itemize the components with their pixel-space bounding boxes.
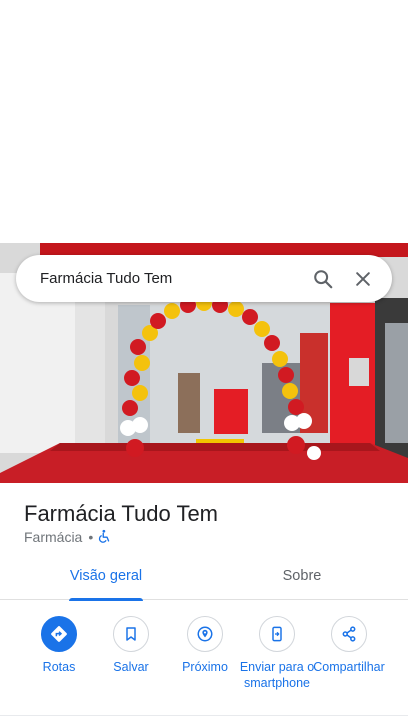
save-label: Salvar [113, 660, 149, 674]
close-icon[interactable] [348, 264, 378, 294]
nearby-label: Próximo [182, 660, 228, 674]
tab-indicator [69, 598, 143, 601]
separator: • [88, 529, 94, 545]
tab-bar: Visão geral Sobre [0, 560, 408, 601]
divider [0, 715, 408, 716]
tab-about-label: Sobre [282, 568, 322, 584]
directions-button[interactable]: Rotas [20, 616, 98, 675]
search-input[interactable]: Farmácia Tudo Tem [40, 270, 298, 287]
share-icon [331, 616, 367, 652]
tab-about[interactable]: Sobre [242, 560, 362, 600]
map-area[interactable] [0, 0, 408, 243]
place-title: Farmácia Tudo Tem [24, 501, 219, 526]
directions-label: Rotas [42, 660, 76, 674]
place-subtitle: Farmácia • [24, 529, 113, 545]
wheelchair-accessible-icon [97, 529, 113, 545]
search-icon[interactable] [308, 264, 338, 294]
share-button[interactable]: Compartilhar [310, 616, 388, 675]
tab-overview-label: Visão geral [69, 568, 143, 584]
directions-icon [41, 616, 77, 652]
search-bar[interactable]: Farmácia Tudo Tem [16, 255, 392, 302]
tab-overview[interactable]: Visão geral [46, 560, 166, 601]
bookmark-icon [113, 616, 149, 652]
place-category: Farmácia [24, 529, 83, 545]
send-to-phone-button[interactable]: Enviar para o smartphone [238, 616, 316, 691]
nearby-icon [187, 616, 223, 652]
send-to-phone-icon [259, 616, 295, 652]
send-to-phone-label: Enviar para o smartphone [239, 660, 315, 690]
share-label: Compartilhar [313, 660, 385, 674]
save-button[interactable]: Salvar [92, 616, 170, 675]
action-buttons: Rotas Salvar Próximo Enviar para o smart… [0, 616, 408, 716]
place-sheet: Farmácia Tudo Tem Farmácia Tudo Tem Farm… [0, 0, 408, 726]
